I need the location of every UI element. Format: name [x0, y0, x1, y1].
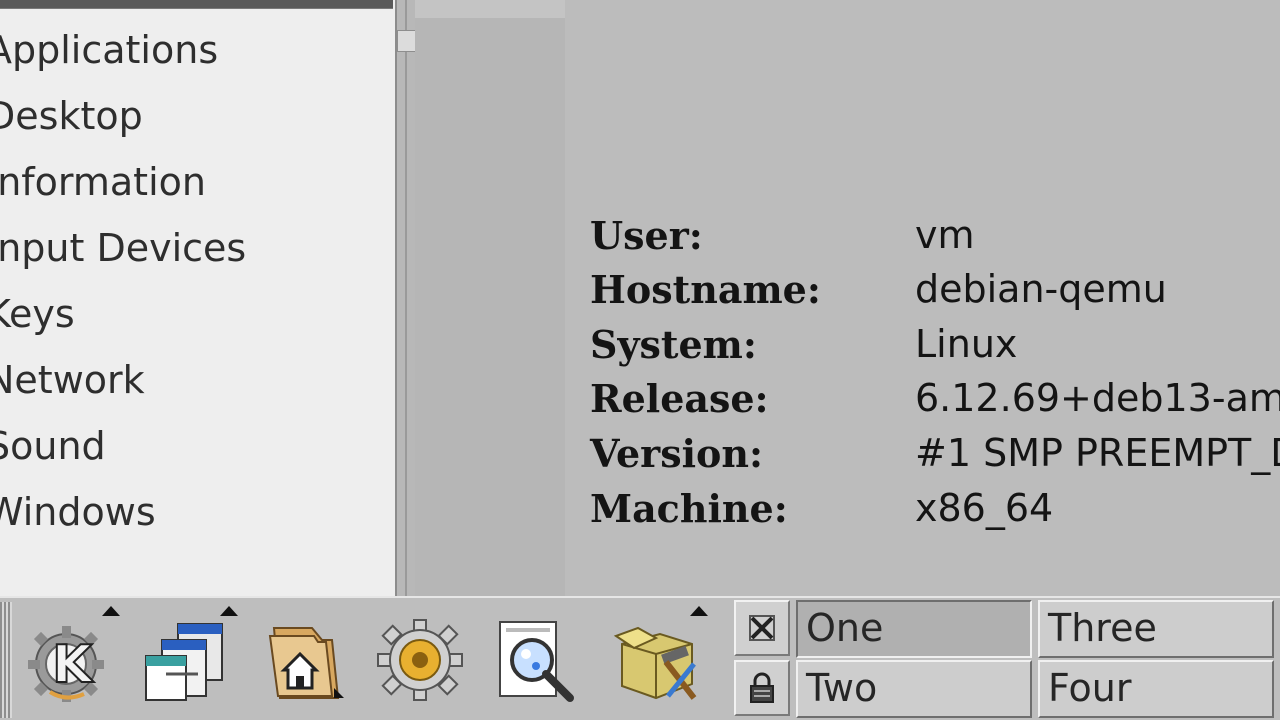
home-folder-icon: [268, 627, 344, 699]
kde-menu-icon: K: [28, 626, 104, 702]
lock-screen-button[interactable]: [734, 660, 790, 716]
taskbar-grip-handle[interactable]: [0, 602, 12, 718]
info-label-machine: Machine:: [590, 486, 788, 531]
sidebar-item-network[interactable]: Network: [0, 354, 145, 414]
close-windows-button[interactable]: [734, 600, 790, 656]
info-label-system: System:: [590, 322, 757, 367]
system-tools-button[interactable]: [604, 610, 708, 710]
sidebar-item-input-devices[interactable]: Input Devices: [0, 222, 246, 282]
info-value-machine: x86_64: [915, 486, 1054, 530]
info-label-user: User:: [590, 213, 703, 258]
settings-sidebar: Applications Desktop Information Input D…: [0, 0, 395, 596]
home-folder-button[interactable]: [252, 610, 356, 710]
desktop-pager-two[interactable]: Two: [796, 660, 1032, 718]
control-center-icon: [377, 619, 463, 701]
window-list-icon: [145, 623, 223, 701]
sidebar-item-keys[interactable]: Keys: [0, 288, 75, 348]
system-tools-icon: [613, 626, 697, 700]
sidebar-header-bar: [0, 0, 393, 9]
info-value-system: Linux: [915, 322, 1018, 366]
sidebar-item-windows[interactable]: Windows: [0, 486, 156, 546]
svg-text:K: K: [52, 635, 94, 695]
kde-menu-button[interactable]: K: [18, 610, 122, 710]
desktop-pager-four[interactable]: Four: [1038, 660, 1274, 718]
window-list-button[interactable]: [134, 610, 238, 710]
info-value-version: #1 SMP PREEMPT_DYNAMIC: [915, 431, 1280, 475]
info-content-area: User: vm Hostname: debian-qemu System: L…: [415, 0, 1280, 596]
panel-splitter[interactable]: [395, 0, 419, 596]
find-files-button[interactable]: [484, 610, 588, 710]
find-files-icon: [499, 621, 574, 702]
sidebar-item-applications[interactable]: Applications: [0, 24, 218, 84]
window-list-arrow-icon[interactable]: [220, 606, 238, 616]
info-label-version: Version:: [590, 431, 764, 476]
kde-menu-arrow-icon[interactable]: [102, 606, 120, 616]
info-label-release: Release:: [590, 376, 769, 421]
close-windows-icon: [749, 615, 775, 641]
desktop-pager-one[interactable]: One: [796, 600, 1032, 658]
sidebar-item-desktop[interactable]: Desktop: [0, 90, 143, 150]
desktop-pager-three[interactable]: Three: [1038, 600, 1274, 658]
info-value-user: vm: [915, 213, 975, 257]
control-center-button[interactable]: [368, 610, 472, 710]
info-label-hostname: Hostname:: [590, 267, 821, 312]
system-tools-arrow-icon[interactable]: [690, 606, 708, 616]
info-value-hostname: debian-qemu: [915, 267, 1167, 311]
sidebar-item-sound[interactable]: Sound: [0, 420, 106, 480]
sidebar-item-information[interactable]: Information: [0, 156, 206, 216]
info-value-release: 6.12.69+deb13-amd64: [915, 376, 1280, 420]
lock-icon: [750, 672, 774, 703]
taskbar: K One Two Three Four: [0, 596, 1280, 720]
splitter-line: [405, 0, 407, 596]
